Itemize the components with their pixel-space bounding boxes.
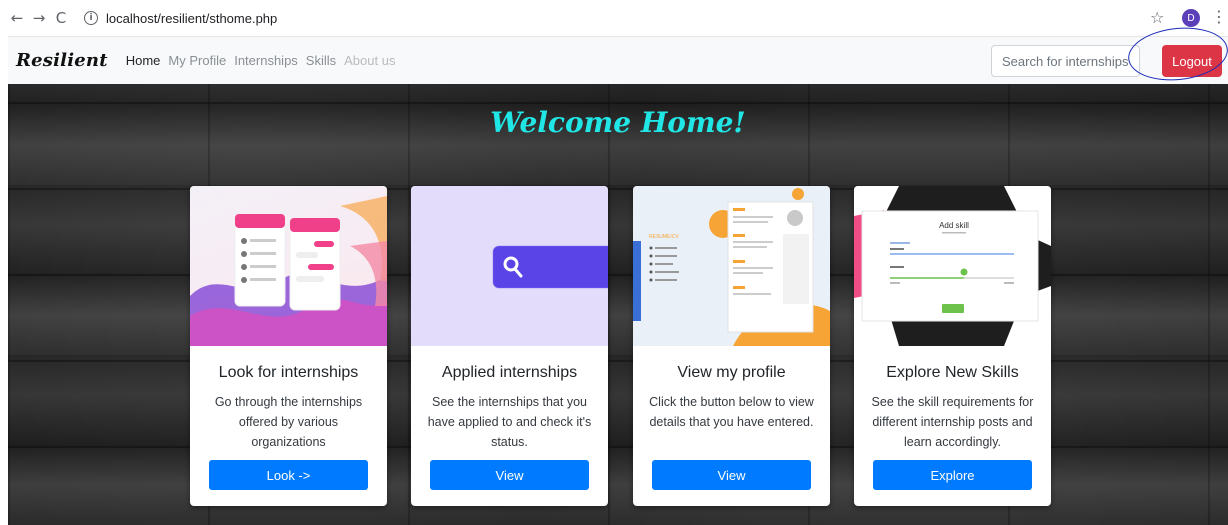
- phone-app-illustration: [190, 186, 387, 346]
- nav-link-home[interactable]: Home: [126, 53, 161, 68]
- avatar[interactable]: D: [1182, 9, 1200, 27]
- card-text: See the internships that you have applie…: [427, 395, 592, 449]
- card-look-internships: Look for internships Go through the inte…: [190, 186, 387, 506]
- nav-link-internships[interactable]: Internships: [234, 53, 298, 68]
- info-icon[interactable]: i: [84, 11, 98, 25]
- nav-link-my-profile[interactable]: My Profile: [168, 53, 226, 68]
- welcome-heading: Welcome Home!: [490, 106, 746, 139]
- search-input[interactable]: [991, 45, 1140, 77]
- brand-logo[interactable]: Resilient: [16, 50, 108, 71]
- hero-section: Welcome Home! Look for internships Go th…: [8, 84, 1228, 525]
- logout-button[interactable]: Logout: [1162, 45, 1222, 77]
- back-icon[interactable]: ←: [6, 7, 28, 29]
- nav-link-skills[interactable]: Skills: [306, 53, 336, 68]
- search-bar-illustration: [411, 186, 608, 346]
- card-title: View my profile: [677, 364, 786, 381]
- card-text: Go through the internships offered by va…: [214, 395, 363, 449]
- add-skill-title: Add skill: [939, 221, 969, 230]
- bookmark-star-icon[interactable]: ☆: [1150, 8, 1164, 27]
- add-skill-illustration: Add skill: [854, 186, 1051, 346]
- url-text[interactable]: localhost/resilient/sthome.php: [106, 11, 277, 26]
- browser-toolbar: ← → C i localhost/resilient/sthome.php ☆…: [0, 0, 1228, 36]
- reload-icon[interactable]: C: [50, 7, 72, 29]
- nav-links: Home My Profile Internships Skills About…: [126, 53, 404, 68]
- card-text: Click the button below to view details t…: [649, 395, 814, 429]
- card-text: See the skill requirements for different…: [871, 395, 1034, 449]
- forward-icon[interactable]: →: [28, 7, 50, 29]
- more-menu-icon[interactable]: ⋮: [1211, 7, 1227, 26]
- address-bar[interactable]: i localhost/resilient/sthome.php: [84, 7, 277, 29]
- look-button[interactable]: Look ->: [209, 460, 368, 490]
- card-applied-internships: Applied internships See the internships …: [411, 186, 608, 506]
- card-title: Explore New Skills: [886, 364, 1019, 381]
- explore-button[interactable]: Explore: [873, 460, 1032, 490]
- site-navbar: Resilient Home My Profile Internships Sk…: [8, 36, 1228, 84]
- resume-illustration: RESUME/CV: [633, 186, 830, 346]
- view-profile-button[interactable]: View: [652, 460, 811, 490]
- card-title: Applied internships: [441, 364, 578, 381]
- nav-link-about-us[interactable]: About us: [344, 53, 395, 68]
- card-title: Look for internships: [218, 364, 359, 381]
- resume-label: RESUME/CV: [649, 234, 679, 240]
- card-explore-skills: Add skill Explore New Skills See the ski…: [854, 186, 1051, 506]
- card-view-profile: RESUME/CV View my profile Click the butt…: [633, 186, 830, 506]
- view-applied-button[interactable]: View: [430, 460, 589, 490]
